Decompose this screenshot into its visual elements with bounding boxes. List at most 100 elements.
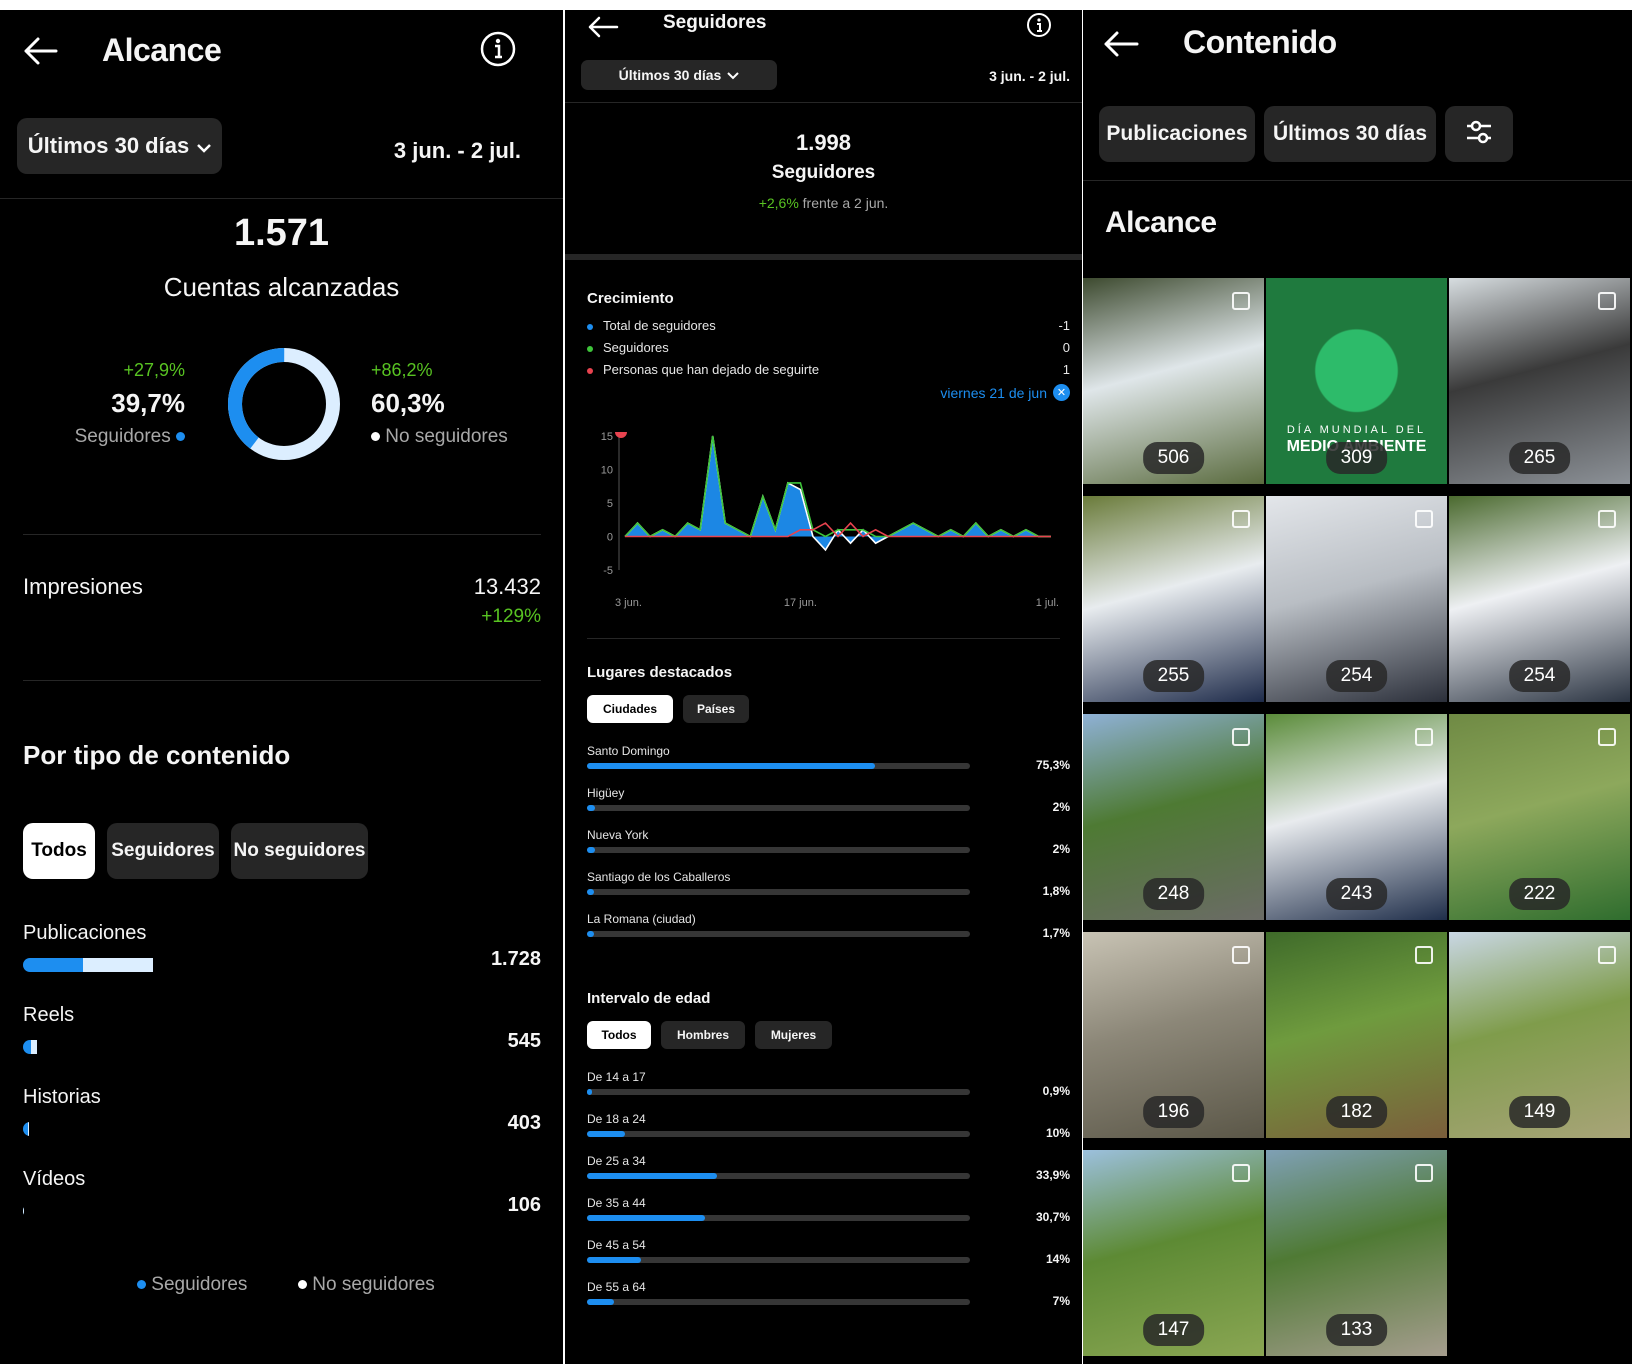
filter-followers[interactable]: Seguidores (107, 823, 219, 879)
period-dropdown[interactable]: Últimos 30 días (17, 118, 222, 174)
y-tick-label: -5 (603, 565, 613, 577)
nonfollowers-change: +86,2% (371, 360, 433, 380)
post-thumbnail[interactable]: 133 (1266, 1150, 1447, 1356)
content-type-label: Vídeos (23, 1168, 86, 1190)
period-dropdown[interactable]: Últimos 30 días (581, 60, 777, 90)
reach-panel: Alcance Últimos 30 días 3 jun. - 2 jul. … (0, 10, 563, 1364)
chevron-down-icon (727, 67, 740, 83)
post-thumbnail[interactable]: 255 (1083, 496, 1264, 702)
growth-legend-item: Seguidores (587, 340, 669, 355)
carousel-icon (1232, 292, 1250, 310)
content-type-bar (23, 1204, 41, 1218)
back-arrow-icon[interactable] (22, 36, 58, 75)
progress-fill (587, 931, 594, 937)
content-type-value: 1.728 (490, 948, 541, 970)
info-icon[interactable] (480, 31, 516, 72)
back-arrow-icon[interactable] (587, 16, 619, 43)
divider (587, 638, 1060, 639)
list-item-pct: 7% (1052, 1294, 1070, 1308)
carousel-icon (1415, 728, 1433, 746)
reach-badge: 196 (1142, 1096, 1205, 1128)
followers-change: +27,9% (123, 360, 185, 380)
sliders-icon (1464, 117, 1494, 152)
series-dot (587, 367, 593, 374)
post-thumbnail[interactable]: 222 (1449, 714, 1630, 920)
post-thumbnail[interactable]: DÍA MUNDIAL DELMEDIO AMBIENTE309 (1266, 278, 1447, 484)
progress-fill (587, 1173, 717, 1179)
growth-legend-value: 0 (1062, 340, 1070, 355)
nonfollowers-segment (82, 958, 153, 972)
x-tick-label: 1 jul. (1036, 597, 1059, 609)
tab-age-women[interactable]: Mujeres (755, 1021, 832, 1049)
divider (23, 534, 541, 535)
post-caption: DÍA MUNDIAL DEL (1286, 424, 1427, 436)
post-thumbnail[interactable]: 254 (1266, 496, 1447, 702)
progress-track (587, 1089, 970, 1095)
info-icon[interactable] (1025, 12, 1053, 43)
reach-badge: 506 (1142, 442, 1205, 474)
progress-fill (587, 847, 595, 853)
places-title: Lugares destacados (587, 664, 733, 681)
growth-title: Crecimiento (587, 290, 674, 307)
list-item-label: De 35 a 44 (587, 1196, 646, 1210)
filter-all[interactable]: Todos (23, 823, 95, 879)
carousel-icon (1598, 292, 1616, 310)
impressions-change: +129% (481, 606, 541, 627)
growth-chart: 15 10 5 0 -5 3 jun. 17 jun. 1 jul. (601, 431, 1059, 609)
followers-segment (23, 958, 83, 972)
chevron-down-icon (197, 133, 212, 159)
back-arrow-icon[interactable] (1103, 30, 1139, 63)
x-tick-label: 3 jun. (615, 597, 642, 609)
carousel-icon (1232, 946, 1250, 964)
progress-fill (587, 763, 876, 769)
content-type-bar (23, 958, 283, 972)
section-separator (565, 254, 1082, 260)
reach-badge: 255 (1142, 660, 1205, 692)
close-icon[interactable]: ✕ (1053, 384, 1070, 401)
reach-badge: 248 (1142, 878, 1205, 910)
donut-followers-arc (228, 348, 340, 460)
content-type-value: 106 (507, 1194, 541, 1216)
chip-period[interactable]: Últimos 30 días (1264, 106, 1436, 162)
legend-followers-label: Seguidores (151, 1274, 248, 1295)
post-thumbnail[interactable]: 254 (1449, 496, 1630, 702)
post-thumbnail[interactable]: 149 (1449, 932, 1630, 1138)
carousel-icon (1598, 728, 1616, 746)
carousel-icon (1415, 946, 1433, 964)
list-item-pct: 2% (1052, 800, 1070, 814)
tab-countries[interactable]: Países (683, 695, 749, 723)
post-thumbnail[interactable]: 506 (1083, 278, 1264, 484)
y-tick-label: 15 (601, 431, 613, 443)
chip-posts[interactable]: Publicaciones (1099, 106, 1255, 162)
followers-count: 1.998 (795, 130, 852, 155)
y-tick-label: 0 (607, 532, 613, 544)
tab-age-all[interactable]: Todos (587, 1021, 651, 1049)
list-item-pct: 1,7% (1042, 926, 1070, 940)
selected-date-chip[interactable]: viernes 21 de jun ✕ (940, 384, 1070, 401)
post-thumbnail[interactable]: 147 (1083, 1150, 1264, 1356)
post-thumbnail[interactable]: 248 (1083, 714, 1264, 920)
carousel-icon (1232, 1164, 1250, 1182)
followers-panel: Seguidores Últimos 30 días 3 jun. - 2 ju… (565, 10, 1082, 1364)
reach-donut-chart (228, 348, 340, 460)
carousel-icon (1415, 1164, 1433, 1182)
filter-nonfollowers[interactable]: No seguidores (231, 823, 368, 879)
tab-cities[interactable]: Ciudades (587, 695, 673, 723)
progress-track (587, 763, 970, 769)
tab-age-men[interactable]: Hombres (661, 1021, 745, 1049)
legend-nonfollowers-label: No seguidores (312, 1274, 435, 1295)
impressions-label: Impresiones (23, 574, 143, 599)
progress-track (587, 1173, 970, 1179)
period-label: Últimos 30 días (27, 133, 190, 158)
post-thumbnail[interactable]: 182 (1266, 932, 1447, 1138)
filter-settings-button[interactable] (1445, 106, 1513, 162)
carousel-icon (1598, 946, 1616, 964)
reach-badge: 149 (1508, 1096, 1571, 1128)
post-thumbnail[interactable]: 265 (1449, 278, 1630, 484)
series-dot (587, 345, 593, 352)
post-thumbnail[interactable]: 243 (1266, 714, 1447, 920)
followers-dot (176, 432, 185, 442)
progress-track (587, 931, 970, 937)
list-item-pct: 14% (1045, 1252, 1070, 1266)
post-thumbnail[interactable]: 196 (1083, 932, 1264, 1138)
